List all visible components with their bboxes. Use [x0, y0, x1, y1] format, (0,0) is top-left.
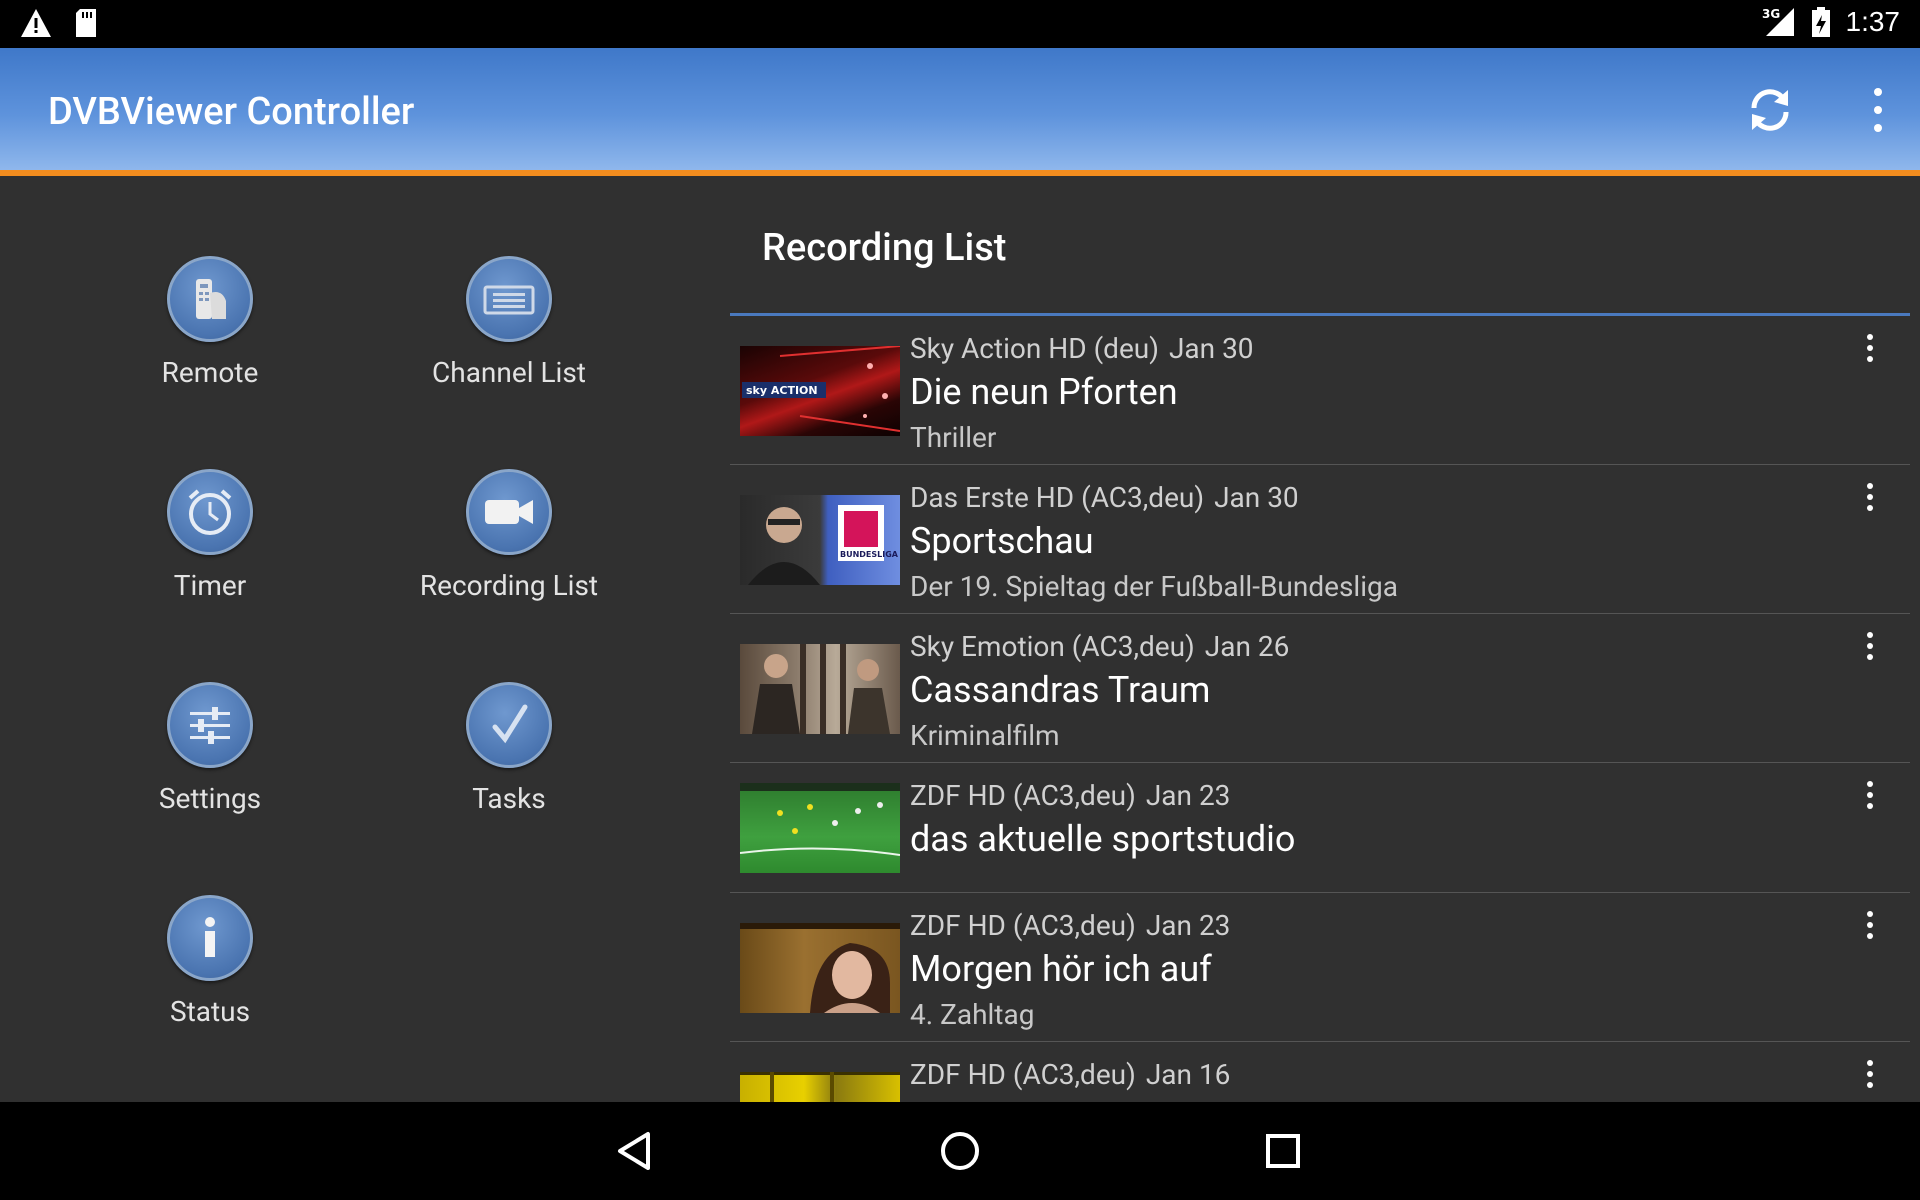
- channel-list-icon: [466, 256, 552, 342]
- recording-channel: ZDF HD (AC3,deu) Jan 23: [910, 779, 1231, 812]
- nav-status[interactable]: Status: [80, 895, 340, 1075]
- recording-item[interactable]: sky ACTION Sky Action HD (deu) Jan 30 Die…: [730, 316, 1910, 465]
- nav-label: Remote: [161, 356, 259, 389]
- recording-thumbnail: [740, 923, 900, 1013]
- info-icon: [167, 895, 253, 981]
- recording-subtitle: 4. Zahltag: [910, 998, 1035, 1031]
- recording-item[interactable]: Sky Emotion (AC3,deu) Jan 26 Cassandras T…: [730, 614, 1910, 763]
- item-overflow-button[interactable]: [1860, 781, 1880, 809]
- recording-list[interactable]: sky ACTION Sky Action HD (deu) Jan 30 Die…: [730, 316, 1910, 1102]
- refresh-button[interactable]: [1744, 84, 1796, 136]
- nav-label: Channel List: [432, 356, 586, 389]
- recording-thumbnail: [740, 1072, 900, 1102]
- item-overflow-button[interactable]: [1860, 334, 1880, 362]
- recording-text: ZDF HD (AC3,deu) Jan 16: [910, 1058, 1230, 1091]
- recording-date: Jan 23: [1145, 909, 1231, 942]
- overflow-menu-button[interactable]: [1866, 88, 1890, 132]
- recording-item[interactable]: ZDF HD (AC3,deu) Jan 16: [730, 1042, 1910, 1102]
- item-overflow-button[interactable]: [1860, 911, 1880, 939]
- signal-3g-icon: 3G: [1762, 7, 1794, 36]
- recording-channel: Sky Emotion (AC3,deu) Jan 26: [910, 630, 1290, 663]
- recording-thumbnail: sky ACTION: [740, 346, 900, 436]
- nav-tasks[interactable]: Tasks: [379, 682, 639, 862]
- recording-channel: ZDF HD (AC3,deu) Jan 16: [910, 1058, 1231, 1091]
- nav-channel-list[interactable]: Channel List: [379, 256, 639, 436]
- recording-text: Sky Action HD (deu) Jan 30 Die neun Pfort…: [910, 332, 1254, 454]
- video-camera-icon: [466, 469, 552, 555]
- back-icon: [618, 1132, 650, 1170]
- sd-card-icon: [76, 9, 96, 37]
- recording-thumbnail: [740, 644, 900, 734]
- recording-title: das aktuelle sportstudio: [910, 818, 1296, 860]
- recording-text: Das Erste HD (AC3,deu) Jan 30 Sportschau …: [910, 481, 1398, 603]
- nav-label: Status: [169, 995, 251, 1028]
- item-overflow-button[interactable]: [1860, 632, 1880, 660]
- clock-time: 1:37: [1845, 6, 1901, 37]
- back-button[interactable]: [612, 1126, 662, 1176]
- recording-date: Jan 26: [1204, 630, 1290, 663]
- recents-button[interactable]: [1258, 1126, 1308, 1176]
- thumb-logo: BUNDESLIGA: [840, 550, 899, 559]
- recording-text: ZDF HD (AC3,deu) Jan 23 das aktuelle spor…: [910, 779, 1295, 860]
- recording-thumbnail: [740, 783, 900, 873]
- recording-title: Cassandras Traum: [910, 669, 1211, 711]
- recents-icon: [1266, 1134, 1300, 1168]
- recording-date: Jan 30: [1168, 332, 1254, 365]
- remote-icon: [167, 256, 253, 342]
- clock-icon: [167, 469, 253, 555]
- recording-date: Jan 16: [1145, 1058, 1231, 1091]
- recording-channel: Sky Action HD (deu) Jan 30: [910, 332, 1254, 365]
- nav-recording-list[interactable]: Recording List: [379, 469, 639, 649]
- app-bar: DVBViewer Controller: [0, 48, 1920, 170]
- status-bar: 3G 1:37: [0, 0, 1920, 48]
- recording-item[interactable]: BUNDESLIGA Das Erste HD (AC3,deu) Jan 30 …: [730, 465, 1910, 614]
- nav-label: Settings: [158, 782, 262, 815]
- recording-channel: ZDF HD (AC3,deu) Jan 23: [910, 909, 1231, 942]
- home-icon: [941, 1132, 979, 1170]
- recording-subtitle: Thriller: [910, 421, 997, 454]
- recording-text: ZDF HD (AC3,deu) Jan 23 Morgen hör ich au…: [910, 909, 1230, 1031]
- recording-item[interactable]: ZDF HD (AC3,deu) Jan 23 das aktuelle spor…: [730, 763, 1910, 893]
- nav-label: Recording List: [419, 569, 599, 602]
- recording-title: Sportschau: [910, 520, 1094, 562]
- app-title: DVBViewer Controller: [48, 90, 415, 134]
- recording-channel: Das Erste HD (AC3,deu) Jan 30: [910, 481, 1299, 514]
- system-navigation-bar: [0, 1102, 1920, 1200]
- recording-subtitle: Kriminalfilm: [910, 719, 1060, 752]
- warning-icon: [21, 9, 51, 37]
- checkmark-icon: [466, 682, 552, 768]
- refresh-icon: [1751, 89, 1789, 131]
- recording-item[interactable]: ZDF HD (AC3,deu) Jan 23 Morgen hör ich au…: [730, 893, 1910, 1042]
- nav-timer[interactable]: Timer: [80, 469, 340, 649]
- item-overflow-button[interactable]: [1860, 1060, 1880, 1088]
- item-overflow-button[interactable]: [1860, 483, 1880, 511]
- sliders-icon: [167, 682, 253, 768]
- nav-remote[interactable]: Remote: [80, 256, 340, 436]
- recording-title: Morgen hör ich auf: [910, 948, 1212, 990]
- recording-list-title: Recording List: [762, 226, 1007, 270]
- recording-text: Sky Emotion (AC3,deu) Jan 26 Cassandras T…: [910, 630, 1289, 752]
- recording-thumbnail: BUNDESLIGA: [740, 495, 900, 585]
- recording-title: Die neun Pforten: [910, 371, 1178, 413]
- nav-label: Timer: [173, 569, 247, 602]
- navigation-grid: Remote Channel List Timer Recording List…: [0, 176, 720, 1102]
- nav-settings[interactable]: Settings: [80, 682, 340, 862]
- recording-date: Jan 30: [1214, 481, 1299, 514]
- recording-subtitle: Der 19. Spieltag der Fußball-Bundesliga: [910, 570, 1398, 603]
- thumb-logo: sky ACTION: [746, 384, 818, 397]
- recording-date: Jan 23: [1145, 779, 1231, 812]
- home-button[interactable]: [935, 1126, 985, 1176]
- nav-label: Tasks: [472, 782, 546, 815]
- svg-text:3G: 3G: [1762, 7, 1780, 21]
- battery-charging-icon: [1811, 7, 1830, 37]
